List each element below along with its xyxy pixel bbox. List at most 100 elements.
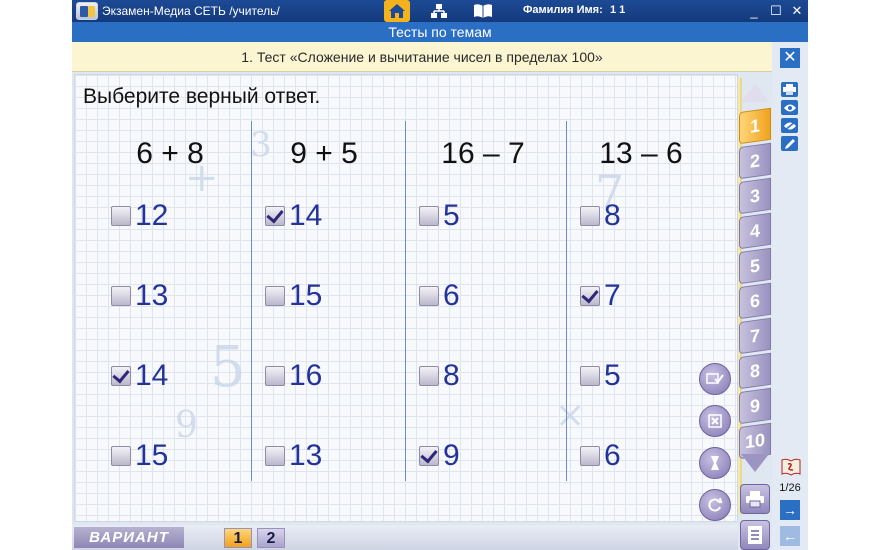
answer-option[interactable]: 14	[265, 199, 322, 233]
answer-option[interactable]: 13	[111, 279, 168, 313]
answer-value: 6	[443, 279, 460, 312]
answer-checkbox[interactable]	[419, 366, 439, 386]
answer-value: 16	[289, 359, 323, 392]
answer-option[interactable]: 15	[111, 439, 168, 473]
answer-value: 8	[443, 359, 460, 392]
answer-checkbox[interactable]	[580, 446, 600, 466]
answer-value: 6	[604, 439, 621, 472]
hint-button[interactable]	[699, 447, 731, 479]
answer-checkbox[interactable]	[419, 286, 439, 306]
answer-option[interactable]: 5	[580, 359, 621, 393]
answer-value: 5	[604, 359, 621, 392]
test-title: 1. Тест «Сложение и вычитание чисел в пр…	[72, 42, 772, 72]
scroll-up-arrow-icon[interactable]	[741, 84, 769, 102]
eye-icon[interactable]	[781, 100, 798, 115]
user-name: 1 1	[610, 4, 626, 16]
answer-option[interactable]: 16	[265, 359, 322, 393]
column-divider	[251, 121, 252, 481]
answer-option[interactable]: 5	[419, 199, 460, 233]
problem-expression: 16 – 7	[441, 137, 525, 170]
app-window: Экзамен-Медиа СЕТЬ /учитель/ Фамилия Имя…	[72, 0, 808, 550]
home-icon[interactable]	[384, 0, 410, 22]
instruction-text: Выберите верный ответ.	[83, 85, 321, 108]
answer-option[interactable]: 13	[265, 439, 322, 473]
answer-value: 15	[135, 439, 169, 472]
tree-structure-icon[interactable]	[426, 0, 452, 22]
variant-label: ВАРИАНТ	[74, 527, 184, 548]
variant-1-button[interactable]: 1	[224, 528, 252, 548]
check-answer-button[interactable]	[699, 363, 731, 395]
app-logo-icon	[76, 2, 98, 20]
print-button[interactable]	[740, 484, 770, 514]
eye-off-icon[interactable]	[781, 118, 798, 133]
scroll-down-arrow-icon[interactable]	[741, 454, 769, 472]
answer-checkbox[interactable]	[265, 206, 285, 226]
answer-value: 7	[604, 279, 621, 312]
next-arrow-icon[interactable]: →	[780, 500, 800, 520]
variant-2-button[interactable]: 2	[257, 528, 285, 548]
prev-arrow-icon[interactable]: ←	[780, 526, 800, 546]
problem-expression: 9 + 5	[290, 137, 358, 170]
answer-value: 5	[443, 199, 460, 232]
answer-value: 14	[135, 359, 169, 392]
background-digit-decoration: ×	[555, 395, 586, 436]
pencil-icon[interactable]	[781, 136, 798, 151]
answer-checkbox[interactable]	[580, 366, 600, 386]
answer-value: 8	[604, 199, 621, 232]
answer-option[interactable]: 8	[580, 199, 621, 233]
answer-option[interactable]: 6	[580, 439, 621, 473]
task-tab-3[interactable]: 3	[739, 177, 771, 215]
task-tab-9[interactable]: 9	[739, 387, 771, 425]
column-divider	[405, 121, 406, 481]
answer-value: 15	[289, 279, 323, 312]
maximize-button[interactable]: ☐	[767, 2, 785, 20]
task-tab-7[interactable]: 7	[739, 317, 771, 355]
task-tab-2[interactable]: 2	[739, 142, 771, 180]
refresh-button[interactable]	[699, 489, 731, 521]
answer-checkbox[interactable]	[580, 206, 600, 226]
variant-bar: ВАРИАНТ 1 2	[72, 525, 738, 550]
answer-checkbox[interactable]	[265, 286, 285, 306]
task-tab-5[interactable]: 5	[739, 247, 771, 285]
right-toolbar: ✕ 1/26 → ←	[772, 42, 808, 550]
answer-option[interactable]: 14	[111, 359, 168, 393]
printer-icon[interactable]	[781, 82, 798, 97]
answer-value: 9	[443, 439, 460, 472]
task-tab-8[interactable]: 8	[739, 352, 771, 390]
task-tab-1[interactable]: 1	[739, 107, 771, 145]
answer-checkbox[interactable]	[419, 446, 439, 466]
answer-checkbox[interactable]	[111, 286, 131, 306]
answer-option[interactable]: 15	[265, 279, 322, 313]
book-icon[interactable]	[470, 0, 496, 22]
answer-checkbox[interactable]	[111, 446, 131, 466]
answer-option[interactable]: 12	[111, 199, 168, 233]
answer-option[interactable]: 6	[419, 279, 460, 313]
answer-value: 13	[289, 439, 323, 472]
question-sheet: + 3 5 9 × 7 Выберите верный ответ. 6 + 8…	[74, 74, 738, 522]
answer-checkbox[interactable]	[265, 366, 285, 386]
close-window-button[interactable]: ✕	[788, 2, 806, 20]
answer-checkbox[interactable]	[265, 446, 285, 466]
background-digit-decoration: 9	[175, 405, 198, 446]
task-tab-6[interactable]: 6	[739, 282, 771, 320]
answer-option[interactable]: 7	[580, 279, 621, 313]
task-tab-4[interactable]: 4	[739, 212, 771, 250]
answer-checkbox[interactable]	[580, 286, 600, 306]
report-button[interactable]	[740, 520, 770, 550]
title-bar: Экзамен-Медиа СЕТЬ /учитель/ Фамилия Имя…	[72, 0, 808, 22]
minimize-button[interactable]: _	[745, 2, 763, 20]
problem-expression: 6 + 8	[136, 137, 204, 170]
answer-option[interactable]: 8	[419, 359, 460, 393]
answer-checkbox[interactable]	[419, 206, 439, 226]
user-label: Фамилия Имя:	[523, 4, 603, 16]
app-title: Экзамен-Медиа СЕТЬ /учитель/	[102, 4, 280, 18]
task-navigation-panel: 1 2 3 4 5 6 7 8 9 10	[737, 78, 772, 550]
journal-icon[interactable]	[781, 458, 801, 476]
answer-option[interactable]: 9	[419, 439, 460, 473]
clear-answer-button[interactable]	[699, 405, 731, 437]
answer-checkbox[interactable]	[111, 206, 131, 226]
answer-checkbox[interactable]	[111, 366, 131, 386]
close-test-button[interactable]: ✕	[780, 48, 800, 68]
answer-value: 14	[289, 199, 323, 232]
problem-expression: 13 – 6	[599, 137, 683, 170]
